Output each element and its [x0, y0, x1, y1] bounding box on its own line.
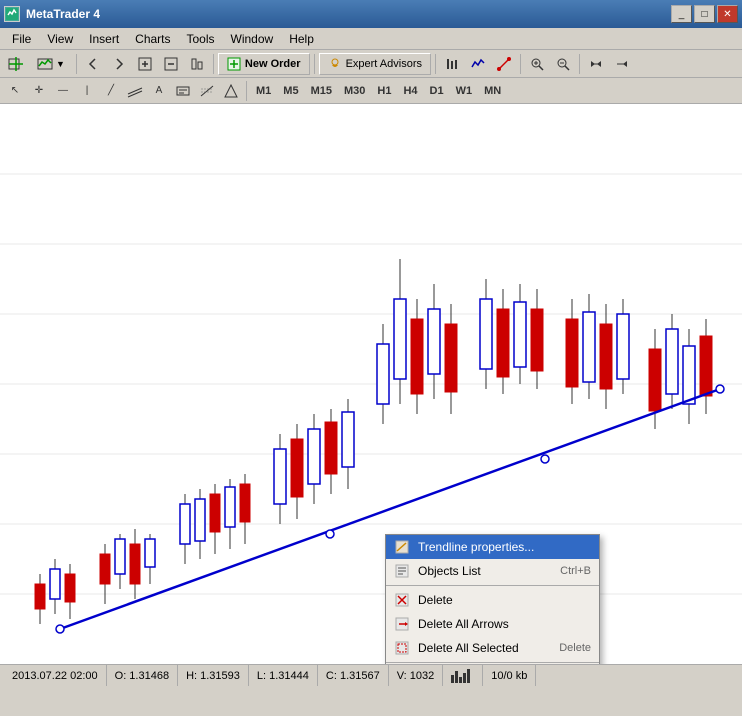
tf-h4[interactable]: H4 [398, 81, 422, 101]
maximize-button[interactable]: □ [694, 5, 715, 23]
zoom-out2-btn[interactable] [551, 53, 575, 75]
menu-help[interactable]: Help [281, 30, 322, 48]
chart-area[interactable]: Trendline properties... Objects List Ctr… [0, 104, 742, 664]
crosshair-btn[interactable]: ✛ [28, 81, 50, 101]
chart-svg [0, 104, 742, 664]
status-size: 10/0 kb [483, 665, 536, 686]
delete-all-selected-icon [394, 640, 410, 656]
channels-btn[interactable] [124, 81, 146, 101]
window-controls: _ □ ✕ [671, 5, 738, 23]
status-high: H: 1.31593 [178, 665, 249, 686]
back-btn[interactable] [81, 53, 105, 75]
properties-btn[interactable] [185, 53, 209, 75]
shift-btn[interactable] [610, 53, 634, 75]
ctx-trendline-properties-label: Trendline properties... [418, 540, 591, 554]
ctx-delete[interactable]: Delete [386, 588, 599, 612]
menu-view[interactable]: View [39, 30, 81, 48]
sep5 [520, 54, 521, 74]
fwd-btn[interactable] [107, 53, 131, 75]
sep4 [435, 54, 436, 74]
ctx-objects-list-shortcut: Ctrl+B [560, 565, 591, 577]
tf-m15[interactable]: M15 [306, 81, 337, 101]
ctx-objects-list-label: Objects List [418, 564, 552, 578]
zoom-in-btn[interactable] [133, 53, 157, 75]
trendline-props-icon [394, 539, 410, 555]
period-sep-btn[interactable] [584, 53, 608, 75]
tf-m30[interactable]: M30 [339, 81, 370, 101]
shapes-btn[interactable] [220, 81, 242, 101]
app-icon [4, 6, 20, 22]
bars-icon [451, 669, 470, 683]
sep1 [76, 54, 77, 74]
ctx-delete-all-arrows[interactable]: Delete All Arrows [386, 612, 599, 636]
ctx-trendline-properties[interactable]: Trendline properties... [386, 535, 599, 559]
status-low: L: 1.31444 [249, 665, 318, 686]
tf-d1[interactable]: D1 [425, 81, 449, 101]
ctx-sep1 [386, 585, 599, 586]
chart-type-btn[interactable] [440, 53, 464, 75]
status-date: 2013.07.22 02:00 [4, 665, 107, 686]
tf-m1[interactable]: M1 [251, 81, 276, 101]
ctx-delete-all-selected-label: Delete All Selected [418, 641, 551, 655]
objects-btn[interactable] [492, 53, 516, 75]
menu-bar: File View Insert Charts Tools Window Hel… [0, 28, 742, 50]
fib-btn[interactable] [196, 81, 218, 101]
expert-advisors-button[interactable]: Expert Advisors [319, 53, 431, 75]
indicators-btn[interactable] [466, 53, 490, 75]
title-bar: MetaTrader 4 _ □ ✕ [0, 0, 742, 28]
vline-btn[interactable]: | [76, 81, 98, 101]
menu-file[interactable]: File [4, 30, 39, 48]
zoom-out-btn[interactable] [159, 53, 183, 75]
sep3 [314, 54, 315, 74]
context-menu: Trendline properties... Objects List Ctr… [385, 534, 600, 664]
status-close: C: 1.31567 [318, 665, 389, 686]
profile-btn[interactable]: ▼ [30, 53, 72, 75]
toolbar-2: ↖ ✛ — | ╱ A M1 M5 M15 M30 H1 H4 D1 W1 MN [0, 78, 742, 104]
label-btn[interactable] [172, 81, 194, 101]
zoom-in2-btn[interactable] [525, 53, 549, 75]
tf-m5[interactable]: M5 [278, 81, 303, 101]
sep2 [213, 54, 214, 74]
close-button[interactable]: ✕ [717, 5, 738, 23]
tf-h1[interactable]: H1 [372, 81, 396, 101]
minimize-button[interactable]: _ [671, 5, 692, 23]
ctx-delete-all-selected[interactable]: Delete All Selected Delete [386, 636, 599, 660]
delete-icon [394, 592, 410, 608]
status-volume: V: 1032 [389, 665, 444, 686]
ctx-sep2 [386, 662, 599, 663]
status-open: O: 1.31468 [107, 665, 178, 686]
status-bar: 2013.07.22 02:00 O: 1.31468 H: 1.31593 L… [0, 664, 742, 686]
new-chart-btn[interactable] [4, 53, 28, 75]
tf-mn[interactable]: MN [479, 81, 506, 101]
menu-window[interactable]: Window [223, 30, 282, 48]
objects-list-icon [394, 563, 410, 579]
menu-insert[interactable]: Insert [81, 30, 127, 48]
menu-tools[interactable]: Tools [179, 30, 223, 48]
ctx-objects-list[interactable]: Objects List Ctrl+B [386, 559, 599, 583]
new-order-button[interactable]: New Order [218, 53, 310, 75]
sep-tf [246, 81, 247, 101]
menu-charts[interactable]: Charts [127, 30, 178, 48]
tf-w1[interactable]: W1 [451, 81, 478, 101]
trendline-btn[interactable]: ╱ [100, 81, 122, 101]
toolbar-1: ▼ New Order [0, 50, 742, 78]
hline-btn[interactable]: — [52, 81, 74, 101]
new-order-label: New Order [245, 58, 301, 70]
expert-advisors-label: Expert Advisors [346, 58, 422, 70]
title-text: MetaTrader 4 [26, 7, 100, 21]
text-btn[interactable]: A [148, 81, 170, 101]
ctx-delete-all-selected-shortcut: Delete [559, 642, 591, 654]
ctx-delete-label: Delete [418, 593, 591, 607]
ctx-delete-all-arrows-label: Delete All Arrows [418, 617, 591, 631]
delete-all-arrows-icon [394, 616, 410, 632]
cursor-btn[interactable]: ↖ [4, 81, 26, 101]
status-bars-icon-area [443, 665, 483, 686]
sep6 [579, 54, 580, 74]
